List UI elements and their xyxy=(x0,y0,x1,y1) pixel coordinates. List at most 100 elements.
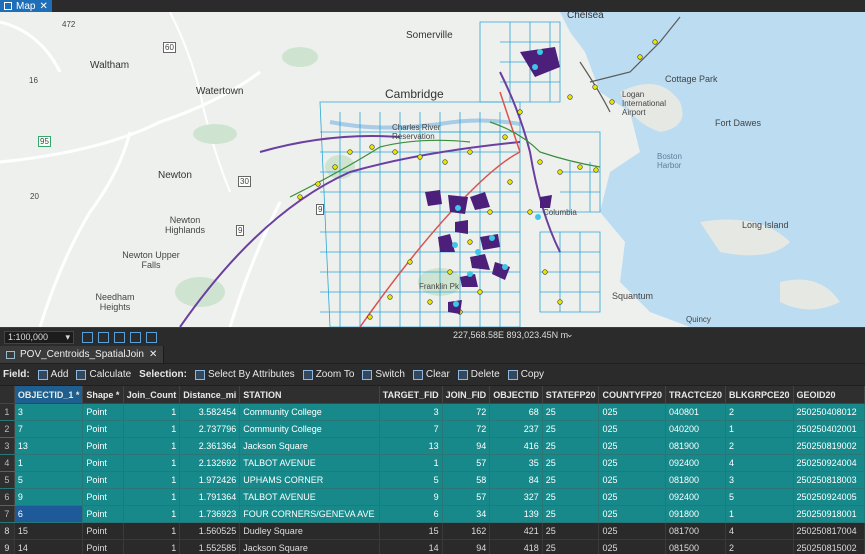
table-row[interactable]: 4 1 Point 1 2.132692 TALBOT AVENUE 1 57 35 25 025 0… xyxy=(0,454,865,472)
table-cell[interactable]: TALBOT AVENUE xyxy=(239,488,380,506)
table-cell[interactable]: 94 xyxy=(442,539,491,554)
table-cell[interactable]: 1 xyxy=(379,454,443,472)
table-cell[interactable]: 13 xyxy=(14,437,84,455)
table-cell[interactable]: 2.737796 xyxy=(179,420,241,438)
row-number[interactable]: 3 xyxy=(0,437,15,455)
table-cell[interactable]: 3 xyxy=(14,403,84,421)
column-header[interactable]: TARGET_FID xyxy=(379,386,443,404)
table-cell[interactable]: 025 xyxy=(598,471,666,489)
table-cell[interactable]: 58 xyxy=(442,471,491,489)
table-cell[interactable]: 5 xyxy=(725,488,794,506)
table-icon[interactable] xyxy=(114,331,125,343)
table-cell[interactable]: 15 xyxy=(379,522,443,540)
table-cell[interactable]: 94 xyxy=(442,437,491,455)
crosshair-icon[interactable] xyxy=(130,331,141,343)
table-cell[interactable]: 040200 xyxy=(665,420,727,438)
table-cell[interactable]: 081700 xyxy=(665,522,727,540)
table-cell[interactable]: 25 xyxy=(542,539,600,554)
map-view[interactable]: Chelsea Somerville Waltham Watertown Cam… xyxy=(0,12,865,327)
table-cell[interactable]: 3.582454 xyxy=(179,403,241,421)
row-number[interactable]: 5 xyxy=(0,471,15,489)
table-cell[interactable]: 025 xyxy=(598,403,666,421)
table-cell[interactable]: 5 xyxy=(379,471,443,489)
table-cell[interactable]: 250250819002 xyxy=(793,437,865,455)
table-cell[interactable]: 3 xyxy=(379,403,443,421)
table-cell[interactable]: 25 xyxy=(542,488,600,506)
table-cell[interactable]: 9 xyxy=(379,488,443,506)
table-cell[interactable]: TALBOT AVENUE xyxy=(239,454,380,472)
table-cell[interactable]: 1 xyxy=(123,522,181,540)
table-cell[interactable]: 72 xyxy=(442,403,491,421)
table-cell[interactable]: Community College xyxy=(239,420,380,438)
table-row[interactable]: 7 6 Point 1 1.736923 FOUR CORNERS/GENEVA AVE 6… xyxy=(0,505,865,523)
table-cell[interactable]: Point xyxy=(82,505,124,523)
table-cell[interactable]: FOUR CORNERS/GENEVA AVE xyxy=(239,505,380,523)
table-cell[interactable]: 1 xyxy=(123,471,181,489)
table-row[interactable]: 8 15 Point 1 1.560525 Dudley Square 15 162 421 25… xyxy=(0,522,865,540)
table-row[interactable]: 2 7 Point 1 2.737796 Community College 7 72 237 2… xyxy=(0,420,865,438)
delete-button[interactable]: Delete xyxy=(457,369,500,380)
column-header[interactable]: BLKGRPCE20 xyxy=(725,386,794,404)
refresh-icon[interactable] xyxy=(146,331,157,343)
table-cell[interactable]: 1 xyxy=(123,403,181,421)
table-cell[interactable]: 4 xyxy=(725,522,794,540)
table-cell[interactable]: 68 xyxy=(489,403,543,421)
table-row[interactable]: 5 5 Point 1 1.972426 UPHAMS CORNER 5 58 84 25 025 0… xyxy=(0,471,865,489)
table-cell[interactable]: 421 xyxy=(489,522,543,540)
table-cell[interactable]: 25 xyxy=(542,471,600,489)
table-cell[interactable]: 4 xyxy=(725,454,794,472)
row-number[interactable]: 4 xyxy=(0,454,15,472)
table-cell[interactable]: Jackson Square xyxy=(239,539,380,554)
column-header[interactable]: Shape * xyxy=(82,386,124,404)
table-cell[interactable]: 25 xyxy=(542,505,600,523)
row-number[interactable]: 7 xyxy=(0,505,15,523)
table-cell[interactable]: 092400 xyxy=(665,488,727,506)
table-cell[interactable]: 250250924004 xyxy=(793,454,865,472)
table-cell[interactable]: 1 xyxy=(123,454,181,472)
table-cell[interactable]: 2 xyxy=(725,403,794,421)
table-cell[interactable]: Point xyxy=(82,437,124,455)
row-number[interactable]: 8 xyxy=(0,522,15,540)
table-cell[interactable]: Jackson Square xyxy=(239,437,380,455)
table-cell[interactable]: 2 xyxy=(725,437,794,455)
table-cell[interactable]: 250250818003 xyxy=(793,471,865,489)
table-cell[interactable]: 092400 xyxy=(665,454,727,472)
table-row[interactable]: 1 3 Point 1 3.582454 Community College 3 72 68 25… xyxy=(0,403,865,421)
table-cell[interactable]: 1 xyxy=(123,420,181,438)
table-row[interactable]: 3 13 Point 1 2.361364 Jackson Square 13 94 416 25… xyxy=(0,437,865,455)
table-cell[interactable]: 1.791364 xyxy=(179,488,241,506)
add-field-button[interactable]: Add xyxy=(37,369,68,380)
calculate-button[interactable]: Calculate xyxy=(76,369,131,380)
column-header[interactable]: Distance_mi xyxy=(179,386,241,404)
table-cell[interactable]: 250250817004 xyxy=(793,522,865,540)
table-cell[interactable]: 1 xyxy=(123,505,181,523)
table-cell[interactable]: 14 xyxy=(379,539,443,554)
table-cell[interactable]: 2 xyxy=(725,539,794,554)
table-cell[interactable]: 25 xyxy=(542,437,600,455)
table-cell[interactable]: 091800 xyxy=(665,505,727,523)
table-cell[interactable]: 250250918001 xyxy=(793,505,865,523)
table-cell[interactable]: Point xyxy=(82,522,124,540)
clear-button[interactable]: Clear xyxy=(412,369,450,380)
column-header[interactable]: TRACTCE20 xyxy=(665,386,727,404)
table-row[interactable]: 6 9 Point 1 1.791364 TALBOT AVENUE 9 57 327 25 025… xyxy=(0,488,865,506)
table-cell[interactable]: 2.132692 xyxy=(179,454,241,472)
column-header[interactable]: JOIN_FID xyxy=(442,386,491,404)
table-cell[interactable]: 1.552585 xyxy=(179,539,241,554)
table-row[interactable]: 9 14 Point 1 1.552585 Jackson Square 14 94 418 25… xyxy=(0,539,865,554)
table-cell[interactable]: 418 xyxy=(489,539,543,554)
table-cell[interactable]: 025 xyxy=(598,420,666,438)
row-header-corner[interactable] xyxy=(0,386,15,404)
row-number[interactable]: 2 xyxy=(0,420,15,438)
table-cell[interactable]: 1.972426 xyxy=(179,471,241,489)
table-cell[interactable]: 162 xyxy=(442,522,491,540)
table-cell[interactable]: 416 xyxy=(489,437,543,455)
column-header[interactable]: COUNTYFP20 xyxy=(598,386,666,404)
table-cell[interactable]: Point xyxy=(82,539,124,554)
table-cell[interactable]: 6 xyxy=(379,505,443,523)
table-cell[interactable]: 081500 xyxy=(665,539,727,554)
table-cell[interactable]: 25 xyxy=(542,454,600,472)
table-cell[interactable]: 6 xyxy=(14,505,84,523)
table-cell[interactable]: UPHAMS CORNER xyxy=(239,471,380,489)
map-tab[interactable]: Map ✕ xyxy=(0,0,52,12)
